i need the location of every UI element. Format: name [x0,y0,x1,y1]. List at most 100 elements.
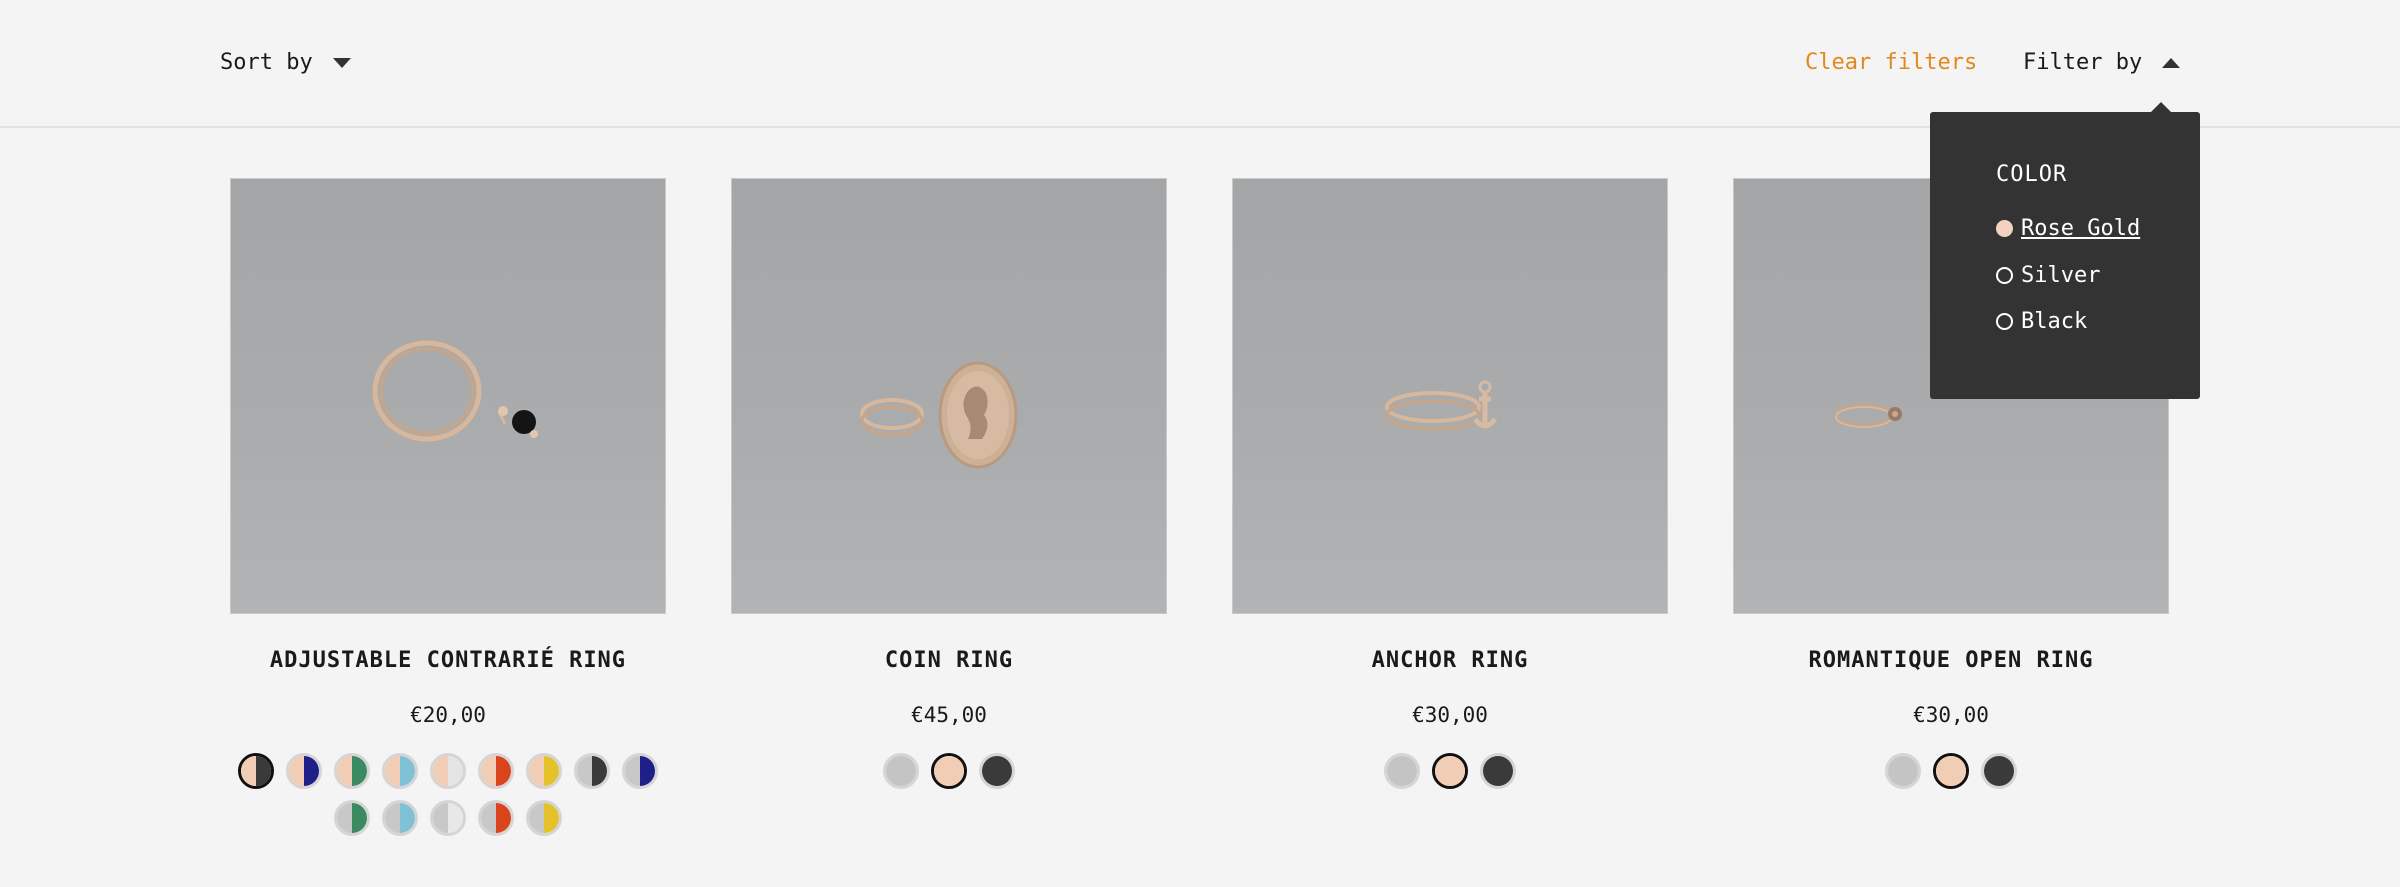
color-swatches [233,753,663,836]
chevron-down-icon [332,57,351,68]
filter-option-rose-gold[interactable]: Rose Gold [1996,216,2140,241]
color-swatch[interactable] [430,753,466,789]
color-swatch[interactable] [382,753,418,789]
swatch-right-half [304,756,319,786]
swatch-left-half [241,756,256,786]
swatch-left-half [529,803,544,833]
color-swatch[interactable] [1384,753,1420,789]
swatch-right-half [352,803,367,833]
radio-icon [1996,313,2013,330]
clear-filters-link[interactable]: Clear filters [1805,50,1977,75]
swatch-left-half [337,803,352,833]
swatch-left-half [625,756,640,786]
radio-selected-icon [1996,220,2013,237]
swatch-left-half [433,756,448,786]
color-swatch[interactable] [286,753,322,789]
color-swatch[interactable] [1432,753,1468,789]
swatch-right-half [640,756,655,786]
color-swatch[interactable] [430,800,466,836]
product-price: €30,00 [1913,703,1989,727]
filter-option-label: Rose Gold [2021,216,2141,241]
color-swatch[interactable] [1981,753,2017,789]
swatch-right-half [1498,756,1513,786]
color-swatch[interactable] [478,800,514,836]
product-image[interactable] [731,178,1167,614]
anchor-ring-image [1385,380,1498,431]
swatch-left-half [529,756,544,786]
product-name[interactable]: ANCHOR RING [1232,648,1668,673]
filter-option-silver[interactable]: Silver [1996,263,2100,288]
color-swatch[interactable] [526,753,562,789]
swatch-left-half [934,756,949,786]
color-swatch[interactable] [526,800,562,836]
filter-by-toggle[interactable]: Filter by [2023,50,2181,75]
filter-option-black[interactable]: Black [1996,309,2087,334]
swatch-right-half [544,756,559,786]
swatch-left-half [1435,756,1450,786]
product-card: ADJUSTABLE CONTRARIÉ RING €20,00 [230,178,666,836]
swatch-right-half [496,756,511,786]
color-swatch[interactable] [1933,753,1969,789]
contrarie-ring-image [372,340,538,442]
product-name[interactable]: ADJUSTABLE CONTRARIÉ RING [230,648,666,673]
color-swatch[interactable] [622,753,658,789]
chevron-up-icon [2162,57,2181,68]
filter-dropdown: COLOR Rose Gold Silver Black [1930,102,2200,399]
product-price: €20,00 [410,703,486,727]
product-image[interactable] [1232,178,1668,614]
coin-ring-image [860,361,1018,469]
swatch-left-half [481,756,496,786]
product-card: ANCHOR RING €30,00 [1232,178,1668,789]
color-swatches [1733,753,2169,789]
color-swatch[interactable] [382,800,418,836]
product-price: €45,00 [911,703,987,727]
product-name[interactable]: ROMANTIQUE OPEN RING [1733,648,2169,673]
swatch-right-half [496,803,511,833]
color-swatches [1232,753,1668,789]
swatch-left-half [433,803,448,833]
color-swatches [731,753,1167,789]
radio-icon [1996,267,2013,284]
color-swatch[interactable] [931,753,967,789]
swatch-right-half [949,756,964,786]
color-swatch[interactable] [334,800,370,836]
swatch-left-half [982,756,997,786]
swatch-left-half [886,756,901,786]
swatch-left-half [1984,756,1999,786]
dropdown-pointer [2151,102,2171,112]
swatch-right-half [448,756,463,786]
color-swatch[interactable] [334,753,370,789]
swatch-right-half [448,803,463,833]
product-card: COIN RING €45,00 [731,178,1167,789]
swatch-left-half [1888,756,1903,786]
filter-option-label: Silver [2021,263,2101,288]
color-swatch[interactable] [478,753,514,789]
color-swatch[interactable] [1885,753,1921,789]
swatch-left-half [481,803,496,833]
color-swatch[interactable] [1480,753,1516,789]
product-image[interactable] [230,178,666,614]
filter-option-label: Black [2021,309,2088,334]
color-swatch[interactable] [238,753,274,789]
swatch-left-half [337,756,352,786]
sort-by-dropdown[interactable]: Sort by [220,50,351,75]
color-swatch[interactable] [883,753,919,789]
swatch-right-half [352,756,367,786]
toolbar: Sort by Clear filters Filter by [0,0,2400,128]
swatch-right-half [592,756,607,786]
color-swatch[interactable] [574,753,610,789]
swatch-right-half [400,756,415,786]
swatch-left-half [1483,756,1498,786]
swatch-left-half [577,756,592,786]
swatch-left-half [289,756,304,786]
swatch-right-half [901,756,916,786]
color-swatch[interactable] [979,753,1015,789]
swatch-right-half [400,803,415,833]
product-price: €30,00 [1412,703,1488,727]
swatch-left-half [385,803,400,833]
swatch-left-half [385,756,400,786]
product-name[interactable]: COIN RING [731,648,1167,673]
swatch-right-half [1903,756,1918,786]
swatch-right-half [544,803,559,833]
filter-by-label: Filter by [2023,50,2143,75]
